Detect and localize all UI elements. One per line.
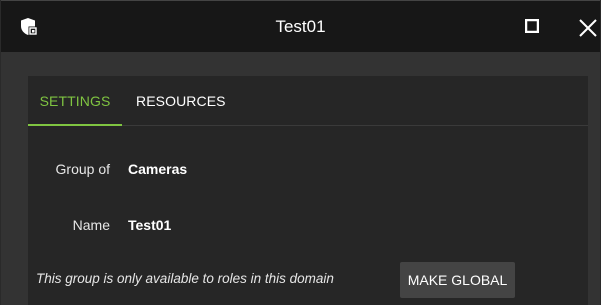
- group-of-label: Group of: [55, 161, 110, 177]
- tab-resources[interactable]: RESOURCES: [136, 76, 225, 125]
- window-title: Test01: [275, 17, 326, 36]
- close-icon: [575, 19, 601, 45]
- dialog-window: Test01 SETTINGS RESOURCES Group of Camer…: [0, 0, 601, 305]
- make-global-button[interactable]: MAKE GLOBAL: [400, 262, 515, 298]
- name-label: Name: [72, 217, 110, 233]
- tab-settings[interactable]: SETTINGS: [28, 76, 122, 126]
- tab-bar: SETTINGS RESOURCES: [28, 76, 588, 126]
- name-value[interactable]: Test01: [128, 217, 171, 233]
- titlebar: Test01: [1, 0, 600, 52]
- domain-note: This group is only available to roles in…: [36, 271, 334, 286]
- settings-panel: SETTINGS RESOURCES Group of Cameras Name…: [28, 76, 588, 305]
- maximize-icon: [524, 18, 540, 38]
- maximize-button[interactable]: [521, 17, 543, 39]
- group-of-value: Cameras: [128, 161, 188, 177]
- close-button[interactable]: [575, 15, 601, 41]
